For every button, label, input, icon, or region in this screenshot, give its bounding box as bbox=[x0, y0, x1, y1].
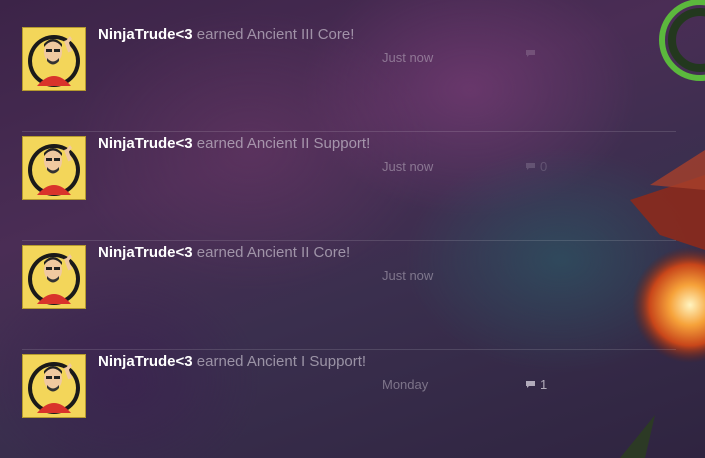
achievement-text: earned Ancient II Core! bbox=[192, 244, 351, 261]
achievement-text: earned Ancient II Support! bbox=[192, 135, 371, 152]
comment-count[interactable]: 0 bbox=[526, 159, 547, 174]
achievement-text: earned Ancient III Core! bbox=[192, 26, 355, 43]
comment-count[interactable] bbox=[526, 50, 540, 57]
achievement-text: earned Ancient I Support! bbox=[192, 353, 367, 370]
avatar-icon bbox=[28, 362, 80, 414]
feed-item[interactable]: NinjaTrude<3 earned Ancient III Core! Ju… bbox=[22, 22, 676, 132]
comment-count-value: 0 bbox=[540, 159, 548, 174]
avatar[interactable] bbox=[22, 354, 86, 418]
comment-count-value: 1 bbox=[540, 377, 548, 392]
feed-message: NinjaTrude<3 earned Ancient II Core! bbox=[98, 244, 350, 261]
comment-icon bbox=[526, 50, 535, 57]
feed-message: NinjaTrude<3 earned Ancient I Support! bbox=[98, 353, 366, 370]
feed-message: NinjaTrude<3 earned Ancient II Support! bbox=[98, 135, 370, 152]
comment-icon bbox=[526, 163, 535, 170]
avatar[interactable] bbox=[22, 27, 86, 91]
feed-item[interactable]: NinjaTrude<3 earned Ancient II Support! … bbox=[22, 131, 676, 241]
avatar-icon bbox=[28, 253, 80, 305]
username-link[interactable]: NinjaTrude<3 bbox=[98, 26, 193, 43]
timestamp: Just now bbox=[382, 50, 434, 65]
feed-message: NinjaTrude<3 earned Ancient III Core! bbox=[98, 26, 354, 43]
feed-item[interactable]: NinjaTrude<3 earned Ancient II Core! Jus… bbox=[22, 240, 676, 350]
avatar-icon bbox=[28, 35, 80, 87]
avatar-icon bbox=[28, 144, 80, 196]
comment-icon bbox=[526, 381, 535, 388]
feed-item[interactable]: NinjaTrude<3 earned Ancient I Support! M… bbox=[22, 349, 676, 458]
avatar[interactable] bbox=[22, 136, 86, 200]
username-link[interactable]: NinjaTrude<3 bbox=[98, 353, 193, 370]
username-link[interactable]: NinjaTrude<3 bbox=[98, 135, 193, 152]
username-link[interactable]: NinjaTrude<3 bbox=[98, 244, 193, 261]
activity-feed: NinjaTrude<3 earned Ancient III Core! Ju… bbox=[0, 0, 705, 458]
timestamp: Just now bbox=[382, 159, 434, 174]
timestamp: Monday bbox=[382, 377, 429, 392]
comment-count[interactable]: 1 bbox=[526, 377, 547, 392]
timestamp: Just now bbox=[382, 268, 434, 283]
avatar[interactable] bbox=[22, 245, 86, 309]
